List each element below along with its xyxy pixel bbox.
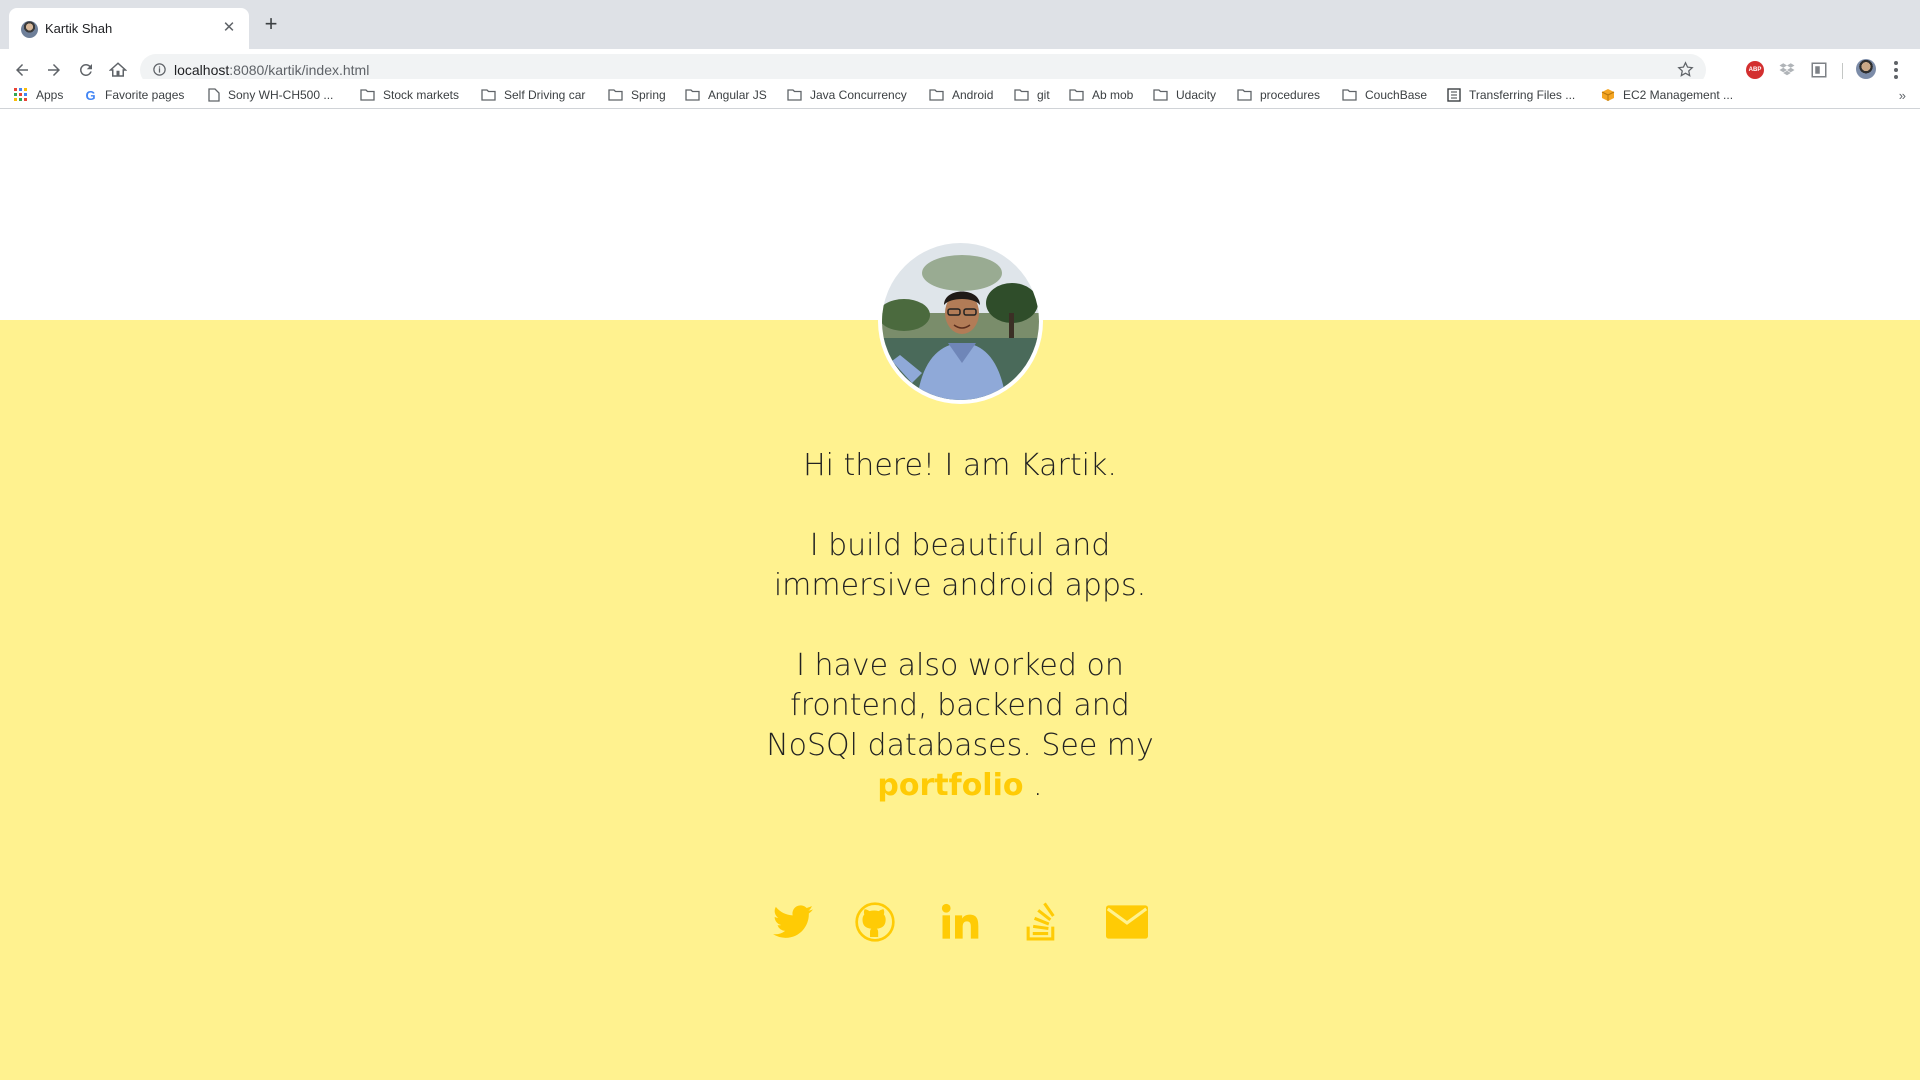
- bookmark-label: Udacity: [1176, 88, 1217, 102]
- url-host: localhost: [174, 62, 230, 78]
- doc-icon: [1447, 88, 1461, 102]
- twitter-icon[interactable]: [771, 900, 815, 944]
- browser-menu-icon[interactable]: [1890, 59, 1902, 81]
- folder-icon: [481, 89, 496, 101]
- browser-tab[interactable]: Kartik Shah ✕: [9, 8, 249, 49]
- tab-strip: Kartik Shah ✕ +: [0, 0, 1920, 49]
- profile-photo: [878, 239, 1043, 404]
- bookmark-couchbase[interactable]: CouchBase: [1342, 86, 1427, 104]
- bookmark-label: Self Driving car: [504, 88, 586, 102]
- bookmarks-bar: Apps G Favorite pages Sony WH-CH500 ... …: [0, 79, 1920, 109]
- bookmark-label: Ab mob: [1092, 88, 1134, 102]
- bookmark-label: procedures: [1260, 88, 1321, 102]
- bookmark-udacity[interactable]: Udacity: [1153, 86, 1216, 104]
- bookmark-label: Sony WH-CH500 ...: [228, 88, 334, 102]
- info-icon[interactable]: [152, 62, 167, 77]
- bookmark-android[interactable]: Android: [929, 86, 993, 104]
- folder-icon: [787, 89, 802, 101]
- bookmark-apps[interactable]: Apps: [14, 86, 63, 104]
- folder-icon: [685, 89, 700, 101]
- greeting-text: Hi there! I am Kartik.: [803, 448, 1117, 483]
- folder-icon: [1153, 89, 1168, 101]
- profile-avatar-icon[interactable]: [1856, 59, 1876, 79]
- dropbox-extension-icon[interactable]: [1778, 61, 1796, 79]
- bookmark-label: Java Concurrency: [810, 88, 907, 102]
- bookmark-label: Android: [952, 88, 994, 102]
- folder-icon: [1069, 89, 1084, 101]
- bookmark-label: Stock markets: [383, 88, 460, 102]
- bookmarks-overflow-icon[interactable]: »: [1899, 88, 1906, 103]
- bookmark-label: Angular JS: [708, 88, 767, 102]
- folder-icon: [1237, 89, 1252, 101]
- bookmark-label: CouchBase: [1365, 88, 1428, 102]
- toolbar-separator: [1842, 63, 1843, 79]
- social-links: [0, 900, 1920, 950]
- google-icon: G: [85, 87, 96, 103]
- bookmark-ab-mob[interactable]: Ab mob: [1069, 86, 1133, 104]
- bookmark-self-driving-car[interactable]: Self Driving car: [481, 86, 585, 104]
- bookmark-angular-js[interactable]: Angular JS: [685, 86, 767, 104]
- bookmark-transferring-files[interactable]: Transferring Files ...: [1447, 86, 1575, 104]
- new-tab-icon[interactable]: +: [259, 13, 283, 37]
- experience-text: I have also worked on frontend, backend …: [760, 646, 1160, 806]
- profile-photo-image: [882, 243, 1039, 400]
- screenshot-extension-icon[interactable]: [1810, 61, 1828, 79]
- tab-favicon-icon: [21, 21, 38, 38]
- page-icon: [208, 88, 220, 102]
- tab-title: Kartik Shah: [45, 21, 113, 36]
- folder-icon: [1342, 89, 1357, 101]
- url-text: localhost:8080/kartik/index.html: [174, 62, 369, 78]
- portfolio-link[interactable]: portfolio: [877, 768, 1023, 803]
- bookmark-procedures[interactable]: procedures: [1237, 86, 1320, 104]
- folder-icon: [608, 89, 623, 101]
- android-apps-text: I build beautiful and immersive android …: [773, 528, 1147, 603]
- url-path: :8080/kartik/index.html: [229, 62, 370, 78]
- bookmark-git[interactable]: git: [1014, 86, 1050, 104]
- page-content: Hi there! I am Kartik. I build beautiful…: [0, 110, 1920, 1080]
- bookmark-label: Transferring Files ...: [1469, 88, 1576, 102]
- bookmark-label: Spring: [631, 88, 666, 102]
- apps-grid-icon: [14, 88, 27, 101]
- intro-text: Hi there! I am Kartik. I build beautiful…: [760, 446, 1160, 846]
- folder-icon: [360, 89, 375, 101]
- bookmark-label: Apps: [36, 88, 64, 102]
- aws-icon: [1601, 89, 1615, 101]
- bookmark-label: EC2 Management ...: [1623, 88, 1734, 102]
- bookmark-favorite-pages[interactable]: G Favorite pages: [84, 86, 184, 104]
- experience-text-suffix: .: [1033, 768, 1043, 803]
- experience-text-prefix: I have also worked on frontend, backend …: [766, 648, 1154, 763]
- github-icon[interactable]: [853, 900, 897, 944]
- folder-icon: [1014, 89, 1029, 101]
- stackoverflow-icon[interactable]: [1020, 900, 1064, 944]
- adblock-extension-icon[interactable]: ABP: [1746, 61, 1764, 79]
- linkedin-icon[interactable]: [938, 900, 982, 944]
- bookmark-sony[interactable]: Sony WH-CH500 ...: [208, 86, 333, 104]
- bookmark-stock-markets[interactable]: Stock markets: [360, 86, 459, 104]
- email-icon[interactable]: [1105, 900, 1149, 944]
- bookmark-ec2-management[interactable]: EC2 Management ...: [1601, 86, 1733, 104]
- bookmark-label: Favorite pages: [105, 88, 185, 102]
- bookmark-label: git: [1037, 88, 1050, 102]
- bookmark-java-concurrency[interactable]: Java Concurrency: [787, 86, 907, 104]
- bookmark-star-icon[interactable]: [1677, 61, 1694, 78]
- close-tab-icon[interactable]: ✕: [219, 18, 239, 38]
- folder-icon: [929, 89, 944, 101]
- bookmark-spring[interactable]: Spring: [608, 86, 666, 104]
